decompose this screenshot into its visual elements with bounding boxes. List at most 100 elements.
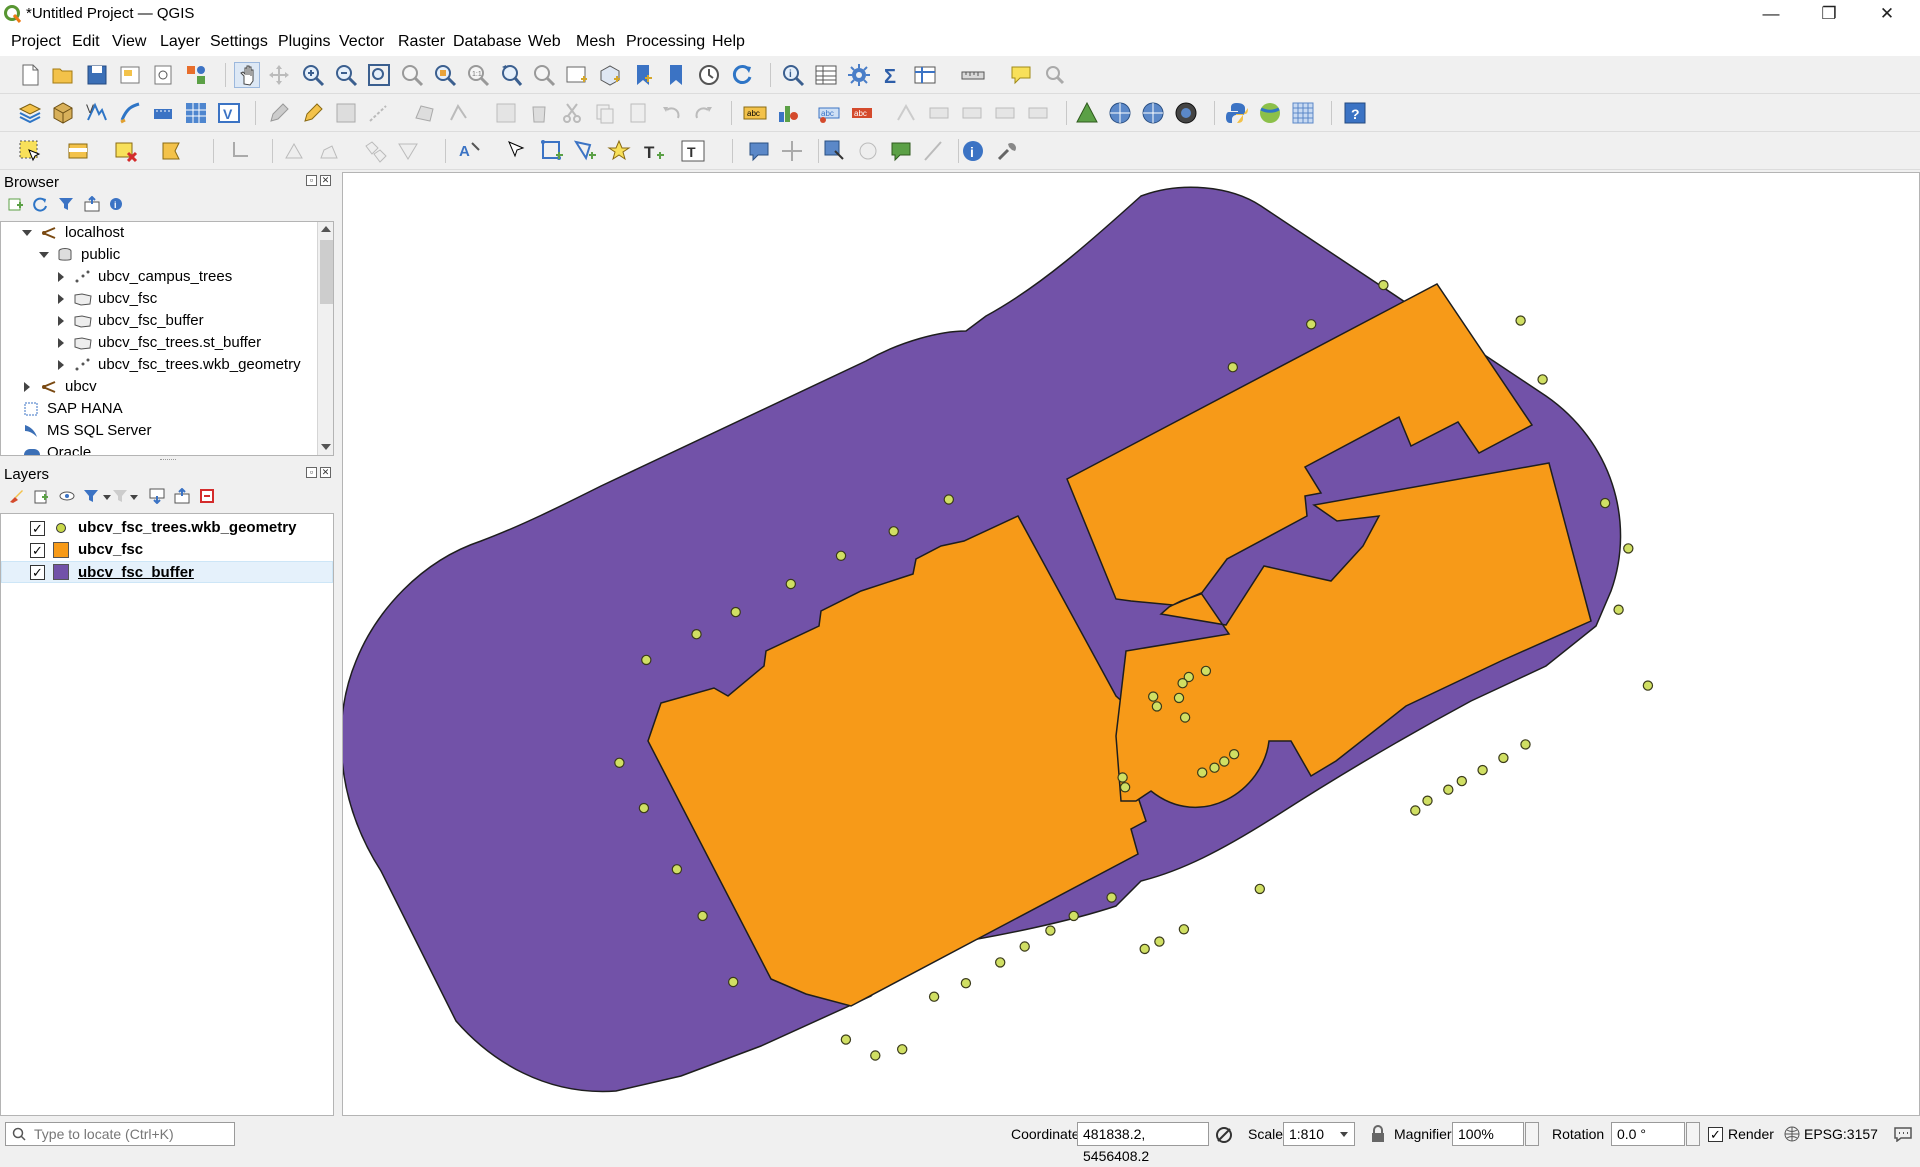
tree-point[interactable] (638, 802, 650, 814)
rotate-feature-icon[interactable] (316, 138, 342, 164)
scroll-up-icon[interactable] (321, 226, 331, 232)
tree-point[interactable] (1209, 762, 1220, 773)
save-layer-edits-icon[interactable] (333, 100, 359, 126)
coordinate-input[interactable]: 481838.2, 5456408.2 (1077, 1122, 1209, 1164)
tree-point[interactable] (1219, 756, 1230, 767)
georeferencer-icon[interactable] (1074, 100, 1100, 126)
tree-point[interactable] (943, 494, 955, 505)
measure-bearing-icon[interactable] (228, 138, 254, 164)
layer-visibility-checkbox[interactable]: ✓ (30, 543, 45, 558)
info-icon[interactable]: i (960, 138, 986, 164)
tree-point[interactable] (1106, 892, 1117, 903)
menu-processing[interactable]: Processing (626, 33, 705, 51)
layout-manager-icon[interactable] (150, 62, 176, 88)
help-contents-icon[interactable]: ? (1342, 100, 1368, 126)
undo-icon[interactable] (658, 100, 684, 126)
filter-by-expression-icon[interactable] (112, 488, 128, 504)
tree-point[interactable] (888, 526, 899, 537)
metasearch-icon[interactable] (1107, 100, 1133, 126)
identify-features-icon[interactable]: i (780, 62, 806, 88)
refresh-browser-icon[interactable] (32, 196, 48, 212)
vertex-editor-icon[interactable]: A (456, 138, 482, 164)
add-selected-layers-icon[interactable] (8, 196, 24, 212)
float-panel-button[interactable]: ▫ (306, 175, 317, 186)
layer-visibility-checkbox[interactable]: ✓ (30, 521, 45, 536)
new-virtual-layer-icon[interactable] (183, 100, 209, 126)
enable-properties-icon[interactable]: i (108, 196, 124, 212)
tree-point[interactable] (1498, 752, 1509, 764)
tree-point[interactable] (1410, 805, 1421, 816)
tree-point[interactable] (1178, 924, 1190, 935)
new-temporary-scratch-layer-icon[interactable] (150, 100, 176, 126)
processing-toolbox-icon[interactable] (846, 62, 872, 88)
browser-item-public[interactable]: public (1, 244, 315, 266)
new-3d-map-view-icon[interactable] (597, 62, 623, 88)
tree-point[interactable] (614, 757, 625, 769)
toggle-extents-icon[interactable] (1214, 1125, 1234, 1145)
tree-point[interactable] (1642, 680, 1654, 691)
zoom-in-icon[interactable] (300, 62, 326, 88)
text-format-icon[interactable]: T (680, 138, 706, 164)
zoom-next-icon[interactable] (531, 62, 557, 88)
wms-layer-icon[interactable] (1140, 100, 1166, 126)
layer-item-ubcv-fsc[interactable]: ✓ ubcv_fsc (1, 539, 333, 561)
lock-scale-icon[interactable] (1370, 1125, 1386, 1143)
tree-point[interactable] (1045, 925, 1056, 936)
tree-point[interactable] (1200, 665, 1212, 677)
vertex-tool-icon[interactable] (446, 100, 472, 126)
tree-point[interactable] (671, 864, 683, 875)
measure-angle-icon[interactable] (921, 138, 947, 164)
crs-globe-icon[interactable] (1784, 1126, 1800, 1142)
tree-point[interactable] (897, 1044, 908, 1055)
tree-point[interactable] (1254, 883, 1266, 895)
expand-arrow-icon[interactable] (58, 360, 64, 370)
expand-arrow-icon[interactable] (58, 272, 64, 282)
map-tips-annotation-icon[interactable] (746, 138, 772, 164)
map-tips-icon[interactable] (1008, 62, 1034, 88)
render-checkbox[interactable]: ✓ (1708, 1127, 1723, 1142)
menu-edit[interactable]: Edit (72, 33, 100, 51)
feature-action-icon[interactable] (855, 138, 881, 164)
tree-point[interactable] (1177, 678, 1188, 689)
browser-scrollbar[interactable] (317, 222, 333, 455)
new-map-view-icon[interactable] (564, 62, 590, 88)
plugin-globe-icon[interactable] (1257, 100, 1283, 126)
tree-point[interactable] (1537, 374, 1548, 385)
grid-plugin-icon[interactable] (1290, 100, 1316, 126)
menu-project[interactable]: Project (11, 33, 61, 51)
tree-point[interactable] (1179, 712, 1191, 723)
crs-label[interactable]: EPSG:3157 (1804, 1126, 1878, 1142)
scrollbar-thumb[interactable] (320, 240, 333, 304)
offset-curve-icon[interactable] (362, 138, 388, 164)
layer-item-ubcv-fsc-trees-wkb-geometry[interactable]: ✓ ubcv_fsc_trees.wkb_geometry (1, 517, 333, 539)
browser-item-localhost[interactable]: localhost (1, 222, 315, 244)
minimize-button[interactable]: — (1742, 0, 1800, 30)
remove-layer-icon[interactable] (199, 488, 215, 504)
menu-vector[interactable]: Vector (339, 33, 384, 51)
map-svg[interactable] (340, 173, 1919, 1115)
tree-point[interactable] (785, 578, 797, 590)
move-annotation-icon[interactable] (779, 138, 805, 164)
rotation-spinner[interactable] (1686, 1122, 1700, 1146)
float-panel-button[interactable]: ▫ (306, 467, 317, 478)
delete-selected-icon[interactable] (526, 100, 552, 126)
tree-point[interactable] (730, 606, 741, 618)
browser-item-ubcv-campus-trees[interactable]: ubcv_campus_trees (1, 266, 315, 288)
tree-point[interactable] (1456, 775, 1468, 787)
map-layer-action-icon[interactable] (888, 138, 914, 164)
menu-plugins[interactable]: Plugins (278, 33, 330, 51)
new-geopackage-layer-icon[interactable] (50, 100, 76, 126)
change-label-icon[interactable] (992, 100, 1018, 126)
tree-point[interactable] (1227, 362, 1239, 373)
paste-features-icon[interactable] (625, 100, 651, 126)
tree-point[interactable] (1228, 749, 1240, 760)
digitizing-advanced-icon[interactable] (282, 138, 308, 164)
new-project-icon[interactable] (17, 62, 43, 88)
messages-icon[interactable] (1893, 1126, 1913, 1142)
save-project-icon[interactable] (84, 62, 110, 88)
tree-point[interactable] (1599, 497, 1611, 509)
select-by-value-icon[interactable] (66, 138, 92, 164)
expand-arrow-icon[interactable] (58, 316, 64, 326)
menu-database[interactable]: Database (453, 33, 522, 51)
browser-item-ubcv-fsc[interactable]: ubcv_fsc (1, 288, 315, 310)
